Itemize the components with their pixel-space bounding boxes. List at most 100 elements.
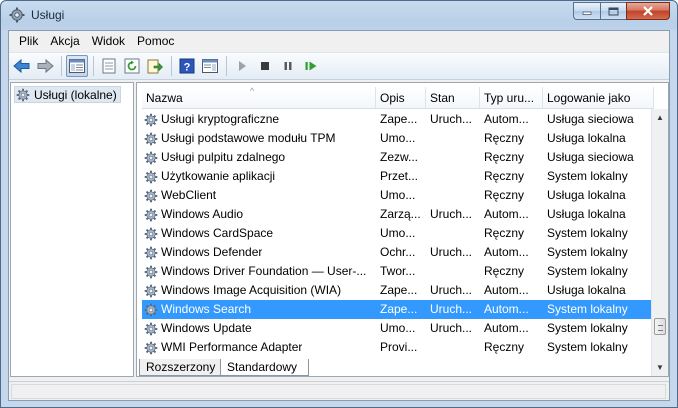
service-row[interactable]: Windows Search Zape... Uruch... Autom... Sys… xyxy=(142,300,654,319)
service-name-cell: Usługi kryptograficzne xyxy=(142,110,376,129)
scroll-thumb[interactable] xyxy=(654,318,666,335)
tab-extended[interactable]: Rozszerzony xyxy=(139,359,221,376)
service-name: Usługi kryptograficzne xyxy=(161,112,280,126)
service-startup-type: Ręczny xyxy=(484,150,525,164)
maximize-button[interactable] xyxy=(600,2,626,20)
service-status: Uruch... xyxy=(430,112,473,126)
service-row[interactable]: Windows CardSpace Umo... Ręczny System loka… xyxy=(142,224,654,243)
service-row[interactable]: Windows Image Acquisition (WIA) Zape... Ur… xyxy=(142,281,654,300)
view-tabs: Rozszerzony Standardowy xyxy=(136,359,669,377)
service-row[interactable]: WebClient Umo... Ręczny Usługa lokalna xyxy=(142,186,654,205)
scroll-up-arrow-icon: ▲ xyxy=(656,113,664,122)
gear-icon xyxy=(144,189,158,202)
service-name: Windows Search xyxy=(161,302,252,316)
menu-pomoc[interactable]: Pomoc xyxy=(131,31,180,52)
column-header-label: Nazwa xyxy=(146,91,183,105)
service-description: Zape... xyxy=(380,112,418,126)
play-icon xyxy=(239,61,246,71)
service-log-on-as: System lokalny xyxy=(547,169,628,183)
service-startup-type: Autom... xyxy=(484,283,529,297)
client-area: Plik Akcja Widok Pomoc ? Usługi (lokalne… xyxy=(8,30,670,401)
service-row[interactable]: Usługi podstawowe modułu TPM Umo... Ręczny… xyxy=(142,129,654,148)
service-row[interactable]: Windows Update Umo... Uruch... Autom... Syst… xyxy=(142,319,654,338)
service-row[interactable]: Usługi kryptograficzne Zape... Uruch... Aut… xyxy=(142,110,654,129)
restart-service-button[interactable] xyxy=(300,55,322,77)
forward-button[interactable] xyxy=(34,55,56,77)
back-button[interactable] xyxy=(11,55,33,77)
action-pane-button[interactable] xyxy=(199,55,221,77)
scroll-up-button[interactable]: ▲ xyxy=(652,109,668,126)
service-row[interactable]: Windows Driver Foundation — User-... Twor… xyxy=(142,262,654,281)
service-name-cell: Windows CardSpace xyxy=(142,224,376,243)
service-startup-type: Ręczny xyxy=(484,264,525,278)
service-name: Windows Audio xyxy=(161,207,244,221)
pause-icon xyxy=(284,62,292,70)
service-log-on-as: Usługa lokalna xyxy=(547,207,626,221)
column-header-status[interactable]: Stan xyxy=(426,87,480,109)
menu-akcja[interactable]: Akcja xyxy=(44,31,85,52)
gear-icon xyxy=(144,246,158,259)
service-status: Uruch... xyxy=(430,207,473,221)
service-row[interactable]: Usługi pulpitu zdalnego Zezw... Ręczny Usłu… xyxy=(142,148,654,167)
gear-icon xyxy=(144,303,158,316)
caption-buttons xyxy=(573,2,670,20)
column-header-description[interactable]: Opis xyxy=(376,87,426,109)
tab-standard[interactable]: Standardowy xyxy=(220,359,309,376)
tree-item-local-services[interactable]: Usługi (lokalne) xyxy=(14,86,121,103)
close-button[interactable] xyxy=(626,2,670,20)
service-rows: Usługi kryptograficzne Zape... Uruch... Aut… xyxy=(142,110,654,357)
service-status: Uruch... xyxy=(430,283,473,297)
services-window: Usługi Plik Akcja Widok Pomoc ? Usługi (… xyxy=(0,0,678,408)
forward-arrow-icon xyxy=(37,58,54,74)
refresh-button[interactable] xyxy=(121,55,143,77)
service-log-on-as: System lokalny xyxy=(547,340,628,354)
help-button[interactable]: ? xyxy=(176,55,198,77)
service-name-cell: Windows Update xyxy=(142,319,376,338)
properties-button[interactable] xyxy=(98,55,120,77)
sort-ascending-icon: ^ xyxy=(250,87,255,96)
toolbar-separator xyxy=(171,56,172,76)
services-list-content: ^ Nazwa Opis Stan Typ uru... Logowanie j… xyxy=(142,83,654,376)
menu-widok[interactable]: Widok xyxy=(86,31,131,52)
svg-text:?: ? xyxy=(184,62,191,74)
service-startup-type: Ręczny xyxy=(484,226,525,240)
menu-plik[interactable]: Plik xyxy=(13,31,44,52)
service-description: Zape... xyxy=(380,302,418,316)
service-name: Usługi podstawowe modułu TPM xyxy=(161,131,336,145)
console-tree-button[interactable] xyxy=(66,55,88,77)
toolbar: ? xyxy=(9,52,669,80)
service-log-on-as: System lokalny xyxy=(547,302,628,316)
service-description: Twor... xyxy=(380,264,416,278)
column-header-startup-type[interactable]: Typ uru... xyxy=(480,87,543,109)
service-row[interactable]: Windows Defender Ochr... Uruch... Autom... S… xyxy=(142,243,654,262)
service-name-cell: Windows Defender xyxy=(142,243,376,262)
pause-service-button[interactable] xyxy=(277,55,299,77)
gear-icon xyxy=(144,208,158,221)
service-status: Uruch... xyxy=(430,321,473,335)
title-bar[interactable]: Usługi xyxy=(1,1,677,30)
service-row[interactable]: Użytkowanie aplikacji Przet... Ręczny Syste… xyxy=(142,167,654,186)
service-status: Uruch... xyxy=(430,245,473,259)
refresh-icon xyxy=(124,58,140,74)
maximize-icon xyxy=(608,7,619,15)
service-row[interactable]: WMI Performance Adapter Provi... Ręczny Sys… xyxy=(142,338,654,357)
service-description: Zape... xyxy=(380,283,418,297)
service-startup-type: Autom... xyxy=(484,207,529,221)
restart-icon xyxy=(305,61,317,71)
help-icon: ? xyxy=(179,58,195,74)
vertical-scrollbar[interactable]: ▲ ▼ xyxy=(651,109,668,376)
service-log-on-as: Usługa sieciowa xyxy=(547,112,634,126)
service-startup-type: Ręczny xyxy=(484,169,525,183)
column-header-log-on-as[interactable]: Logowanie jako xyxy=(543,87,654,109)
console-tree-icon xyxy=(69,59,85,73)
window-title: Usługi xyxy=(31,8,65,22)
service-description: Ochr... xyxy=(380,245,416,259)
gear-icon xyxy=(144,113,158,126)
start-service-button[interactable] xyxy=(231,55,253,77)
service-row[interactable]: Windows Audio Zarzą... Uruch... Autom... Usł… xyxy=(142,205,654,224)
action-pane-icon xyxy=(202,59,218,73)
stop-service-button[interactable] xyxy=(254,55,276,77)
minimize-button[interactable] xyxy=(573,2,600,20)
column-header-name[interactable]: ^ Nazwa xyxy=(142,87,376,109)
export-list-button[interactable] xyxy=(144,55,166,77)
